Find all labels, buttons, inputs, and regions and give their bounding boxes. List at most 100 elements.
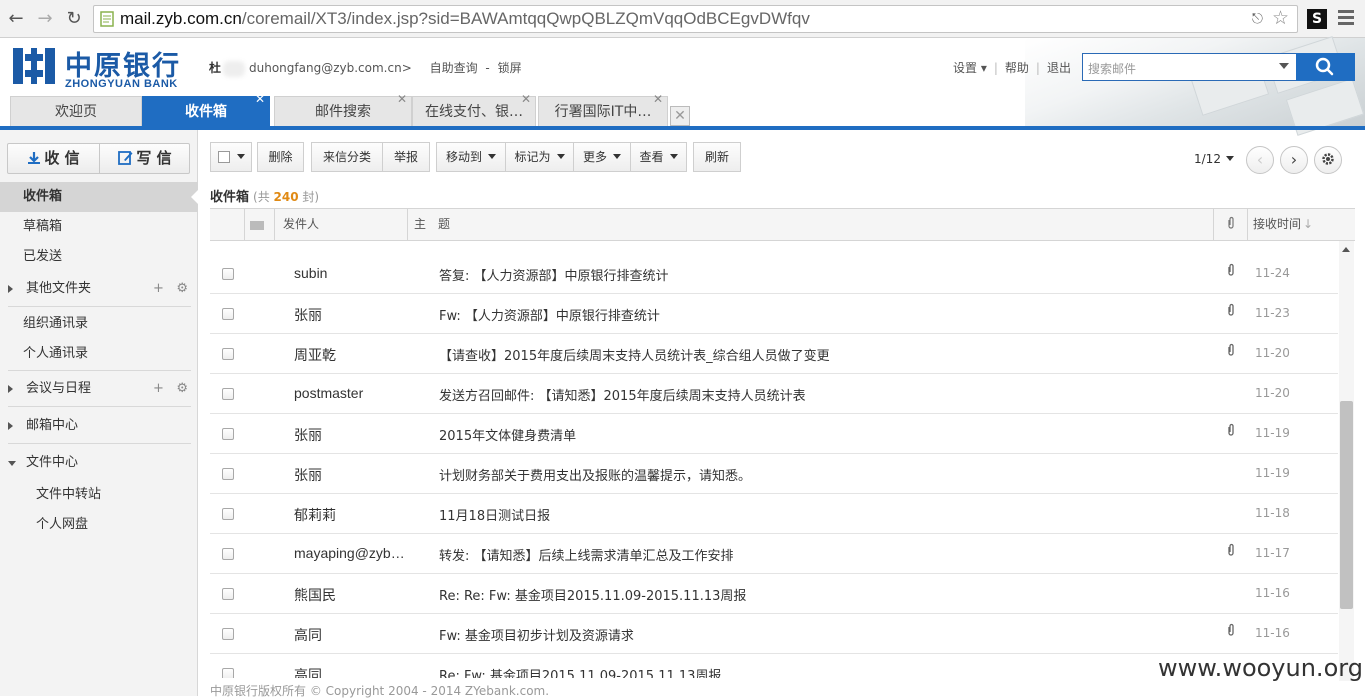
address-bar[interactable]: mail.zyb.com.cn/coremail/XT3/index.jsp?s…	[93, 5, 1298, 33]
tab-online-payment[interactable]: 在线支付、银… ✕	[412, 92, 536, 128]
search-box[interactable]: 搜索邮件	[1082, 53, 1355, 81]
mark-as-button[interactable]: 标记为	[506, 142, 574, 172]
bookmark-star-icon[interactable]: ☆	[1272, 7, 1289, 29]
sidebar-item-mailbox-center[interactable]: 邮箱中心	[0, 411, 198, 441]
delete-button[interactable]: 删除	[257, 142, 304, 172]
self-service-link[interactable]: 自助查询	[430, 61, 478, 75]
expand-icon[interactable]	[8, 422, 13, 430]
header-subject[interactable]: 主 题	[408, 209, 1214, 240]
table-row[interactable]: postmaster 发送方召回邮件: 【请知悉】2015年度后续周末支持人员统计…	[210, 374, 1338, 414]
header-read-col[interactable]	[245, 209, 275, 240]
row-subject[interactable]: 11月18日测试日报	[439, 505, 550, 524]
sidebar-item-org-contacts[interactable]: 组织通讯录	[0, 309, 198, 339]
extension-icon[interactable]: S	[1307, 9, 1327, 29]
sidebar-item-other-folders[interactable]: 其他文件夹 + ⚙	[0, 274, 198, 304]
row-checkbox[interactable]	[222, 308, 234, 320]
close-icon[interactable]: ✕	[397, 89, 407, 109]
search-input[interactable]: 搜索邮件	[1088, 60, 1136, 77]
row-checkbox[interactable]	[222, 428, 234, 440]
tab-inbox[interactable]: 收件箱 ✕	[142, 92, 270, 128]
row-subject[interactable]: Fw: 基金项目初步计划及资源请求	[439, 625, 634, 644]
close-icon[interactable]: ✕	[521, 89, 531, 109]
sidebar-item-inbox[interactable]: 收件箱	[0, 182, 199, 212]
search-button[interactable]	[1296, 53, 1355, 81]
row-subject[interactable]: Re: Fw: 基金项目2015.11.09-2015.11.13周报	[439, 665, 721, 678]
list-settings-button[interactable]	[1314, 146, 1342, 174]
gear-icon[interactable]: ⚙	[176, 381, 188, 396]
sidebar-item-file-transfer[interactable]: 文件中转站	[0, 480, 198, 510]
row-subject[interactable]: 发送方召回邮件: 【请知悉】2015年度后续周末支持人员统计表	[439, 385, 806, 404]
refresh-button[interactable]: 刷新	[693, 142, 741, 172]
table-row[interactable]: 张丽 计划财务部关于费用支出及报账的温馨提示，请知悉。 11-19	[210, 454, 1338, 494]
settings-link[interactable]: 设置 ▾	[953, 61, 987, 75]
add-event-icon[interactable]: +	[153, 381, 164, 396]
forward-icon[interactable]: →	[33, 7, 57, 31]
header-attachment[interactable]	[1214, 209, 1248, 240]
select-all-checkbox[interactable]	[217, 151, 230, 163]
key-icon[interactable]: ⎋	[1252, 11, 1263, 27]
row-subject[interactable]: Re: Re: Fw: 基金项目2015.11.09-2015.11.13周报	[439, 585, 746, 604]
browser-menu-icon[interactable]	[1338, 10, 1356, 28]
receive-button[interactable]: 收 信	[8, 144, 99, 173]
header-sender[interactable]: 发件人	[275, 209, 408, 240]
page-selector[interactable]: 1/12	[1194, 152, 1234, 166]
help-link[interactable]: 帮助	[1005, 61, 1029, 75]
expand-icon[interactable]	[8, 285, 13, 293]
view-button[interactable]: 查看	[631, 142, 687, 172]
logout-link[interactable]: 退出	[1047, 61, 1071, 75]
tab-welcome[interactable]: 欢迎页	[10, 96, 142, 128]
sidebar-item-personal-contacts[interactable]: 个人通讯录	[0, 339, 198, 369]
table-row[interactable]: subin 答复: 【人力资源部】中原银行排查统计 11-24	[210, 254, 1338, 294]
row-checkbox[interactable]	[222, 548, 234, 560]
lock-screen-link[interactable]: 锁屏	[498, 61, 522, 75]
row-checkbox[interactable]	[222, 668, 234, 678]
reload-icon[interactable]: ↻	[62, 7, 86, 31]
gear-icon[interactable]: ⚙	[176, 281, 188, 296]
table-row[interactable]: mayaping@zyb… 转发: 【请知悉】后续上线需求清单汇总及工作安排 11-…	[210, 534, 1338, 574]
row-subject[interactable]: 计划财务部关于费用支出及报账的温馨提示，请知悉。	[439, 465, 751, 484]
close-icon[interactable]: ✕	[653, 89, 663, 109]
table-row[interactable]: 周亚乾 【请查收】2015年度后续周末支持人员统计表_综合组人员做了变更 11-20	[210, 334, 1338, 374]
sidebar-item-sent[interactable]: 已发送	[0, 242, 198, 272]
table-row[interactable]: 郁莉莉 11月18日测试日报 11-18	[210, 494, 1338, 534]
classify-button[interactable]: 来信分类	[311, 142, 383, 172]
table-row[interactable]: 张丽 Fw: 【人力资源部】中原银行排查统计 11-23	[210, 294, 1338, 334]
header-received-time[interactable]: 接收时间 ↓	[1248, 209, 1355, 240]
row-checkbox[interactable]	[222, 388, 234, 400]
tab-mail-search[interactable]: 邮件搜索 ✕	[274, 92, 412, 128]
sidebar-item-file-center[interactable]: 文件中心	[0, 448, 198, 478]
expand-icon[interactable]	[8, 385, 13, 393]
add-folder-icon[interactable]: +	[153, 281, 164, 296]
scrollbar[interactable]	[1339, 241, 1354, 681]
row-subject[interactable]: 答复: 【人力资源部】中原银行排查统计	[439, 265, 669, 284]
scrollbar-thumb[interactable]	[1340, 401, 1353, 609]
collapse-icon[interactable]	[8, 461, 16, 466]
row-checkbox[interactable]	[222, 268, 234, 280]
more-button[interactable]: 更多	[574, 142, 631, 172]
close-icon[interactable]: ✕	[255, 89, 265, 109]
report-button[interactable]: 举报	[383, 142, 430, 172]
row-checkbox[interactable]	[222, 508, 234, 520]
row-checkbox[interactable]	[222, 348, 234, 360]
row-checkbox[interactable]	[222, 468, 234, 480]
row-checkbox[interactable]	[222, 588, 234, 600]
row-subject[interactable]: Fw: 【人力资源部】中原银行排查统计	[439, 305, 660, 324]
table-row[interactable]: 高同 Fw: 基金项目初步计划及资源请求 11-16	[210, 614, 1338, 654]
prev-page-button[interactable]: ‹	[1246, 146, 1274, 174]
tab-it-center[interactable]: 行署国际IT中… ✕	[538, 92, 668, 128]
row-subject[interactable]: 【请查收】2015年度后续周末支持人员统计表_综合组人员做了变更	[439, 345, 830, 364]
back-icon[interactable]: ←	[4, 7, 28, 31]
move-to-button[interactable]: 移动到	[436, 142, 506, 172]
close-all-tabs-icon[interactable]: ✕	[670, 106, 690, 126]
select-all-dropdown[interactable]	[210, 142, 252, 172]
scroll-up-icon[interactable]	[1342, 247, 1350, 252]
table-row[interactable]: 张丽 2015年文体健身费清单 11-19	[210, 414, 1338, 454]
compose-button[interactable]: 写 信	[99, 144, 190, 173]
table-row[interactable]: 熊国民 Re: Re: Fw: 基金项目2015.11.09-2015.11.13…	[210, 574, 1338, 614]
row-checkbox[interactable]	[222, 628, 234, 640]
row-subject[interactable]: 转发: 【请知悉】后续上线需求清单汇总及工作安排	[439, 545, 734, 564]
sidebar-item-personal-disk[interactable]: 个人网盘	[0, 510, 198, 540]
sidebar-item-drafts[interactable]: 草稿箱	[0, 212, 198, 242]
row-subject[interactable]: 2015年文体健身费清单	[439, 425, 576, 444]
sidebar-item-calendar[interactable]: 会议与日程 + ⚙	[0, 374, 198, 404]
